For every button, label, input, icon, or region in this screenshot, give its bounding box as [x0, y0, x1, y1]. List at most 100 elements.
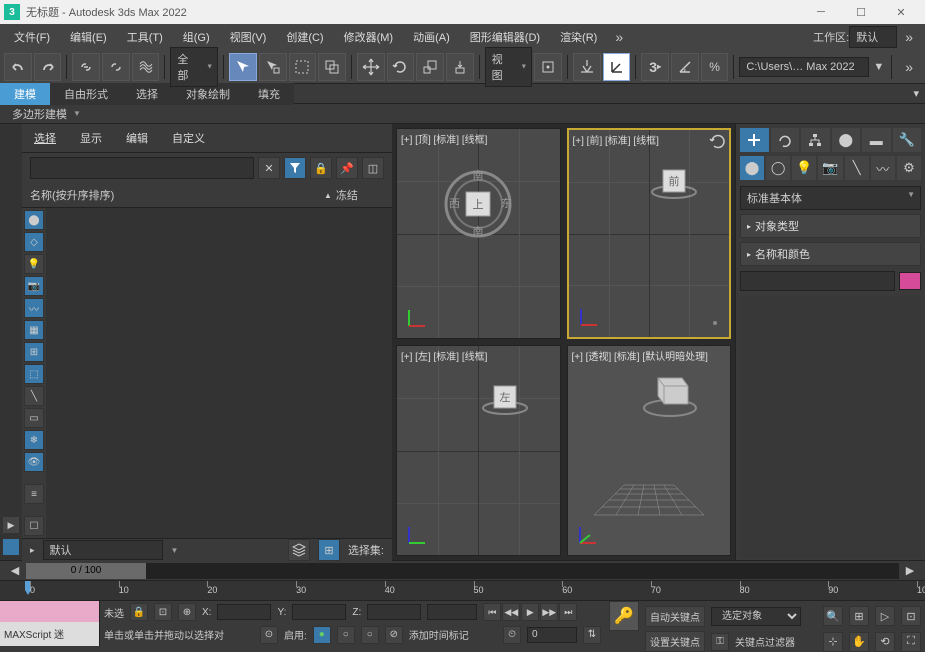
undo-button[interactable] — [4, 53, 32, 81]
nav-fov-button[interactable]: ▷ — [875, 606, 895, 626]
key-filters-icon[interactable]: ⚿ — [711, 633, 729, 651]
scene-pin-button[interactable]: 📌 — [336, 157, 358, 179]
frame-spinner-icon[interactable]: ⇅ — [583, 626, 601, 644]
setkey-button[interactable]: 设置关键点 — [645, 631, 705, 652]
scene-tab-customize[interactable]: 自定义 — [168, 128, 209, 148]
scene-column-name[interactable]: 名称(按升序排序) — [30, 187, 304, 203]
filter-hidden-icon[interactable]: 👁 — [24, 452, 44, 472]
ribbon-tab-modeling[interactable]: 建模 — [0, 83, 50, 105]
maxscript-label[interactable]: MAXScript 迷 — [0, 622, 99, 647]
filter-containers-icon[interactable]: ▭ — [24, 408, 44, 428]
status-x-input[interactable] — [217, 604, 271, 620]
workspace-dropdown[interactable]: 默认 — [849, 26, 897, 48]
object-color-swatch[interactable] — [899, 272, 921, 290]
sb-coord-button[interactable]: ⊕ — [178, 603, 196, 621]
scene-view-button[interactable]: ◫ — [362, 157, 384, 179]
ribbon-panel-expand-icon[interactable]: ▼ — [73, 109, 81, 118]
link-button[interactable] — [72, 53, 100, 81]
viewport-front-label[interactable]: [+] [前] [标准] [线框] — [573, 132, 659, 147]
scene-filter-button[interactable] — [284, 157, 306, 179]
select-region-button[interactable] — [289, 53, 317, 81]
cp-tab-utilities[interactable]: 🔧 — [893, 128, 922, 152]
cp-tab-hierarchy[interactable] — [801, 128, 830, 152]
nav-pan-button[interactable]: ⊹ — [823, 632, 843, 652]
prev-frame-button[interactable]: ◀◀ — [502, 603, 520, 621]
cp-sub-systems[interactable]: ⚙ — [897, 156, 921, 180]
filter-shapes-icon[interactable]: ◇ — [24, 232, 44, 252]
time-config-button[interactable]: ⏲ — [503, 626, 521, 644]
ribbon-tab-populate[interactable]: 填充 — [244, 83, 294, 105]
unlink-button[interactable] — [102, 53, 130, 81]
use-center-button[interactable] — [534, 53, 562, 81]
add-time-tag-icon[interactable]: ⊘ — [385, 626, 403, 644]
filter-groups-icon[interactable]: ⊞ — [24, 342, 44, 362]
scene-bottom-dropdown-icon[interactable]: ▼ — [171, 546, 179, 555]
goto-start-button[interactable]: ⏮ — [483, 603, 501, 621]
menu-views[interactable]: 视图(V) — [220, 25, 277, 49]
play-button[interactable]: ▶ — [521, 603, 539, 621]
cp-sub-shapes[interactable]: ◯ — [766, 156, 790, 180]
menu-overflow-icon[interactable]: » — [607, 29, 631, 45]
viewport-front[interactable]: [+] [前] [标准] [线框] 前 — [567, 128, 732, 339]
rotate-button[interactable] — [387, 53, 415, 81]
enable-1-button[interactable]: ● — [313, 626, 331, 644]
sb-lock-button[interactable]: 🔒 — [130, 603, 148, 621]
nav-zoom-button[interactable]: 🔍 — [823, 606, 843, 626]
status-y-input[interactable] — [292, 604, 346, 620]
menu-create[interactable]: 创建(C) — [276, 25, 333, 49]
add-time-tag-label[interactable]: 添加时间标记 — [409, 627, 469, 642]
menu-group[interactable]: 组(G) — [173, 25, 220, 49]
path-dropdown-icon[interactable]: ▼ — [871, 61, 886, 73]
filter-helpers-icon[interactable]: 〰 — [24, 298, 44, 318]
menu-edit[interactable]: 编辑(E) — [60, 25, 117, 49]
select-object-button[interactable] — [229, 53, 257, 81]
ribbon-collapse-icon[interactable]: ▾ — [907, 87, 925, 100]
scene-tab-select[interactable]: 选择 — [30, 128, 60, 148]
set-key-big-button[interactable]: 🔑 — [609, 601, 639, 631]
viewcube-front-icon[interactable]: 前 — [649, 160, 699, 200]
menu-modifiers[interactable]: 修改器(M) — [334, 25, 404, 49]
scene-search-clear-button[interactable]: ✕ — [258, 157, 280, 179]
toolbar-overflow-icon[interactable]: » — [897, 59, 921, 75]
menu-animation[interactable]: 动画(A) — [403, 25, 460, 49]
status-script-pink[interactable] — [0, 601, 99, 622]
percent-snap-button[interactable]: % — [701, 53, 729, 81]
scene-lock-button[interactable]: 🔒 — [310, 157, 332, 179]
filter-none-icon[interactable]: ☐ — [24, 516, 44, 536]
snaps-3-button[interactable]: 3▸ — [641, 53, 669, 81]
reference-coord-dropdown[interactable]: 视图 — [485, 47, 533, 87]
nav-zoomext-button[interactable]: ⊡ — [901, 606, 921, 626]
layer-manager-button[interactable]: ⊞ — [318, 539, 340, 561]
scene-column-freeze[interactable]: ▲冻结 — [324, 187, 384, 203]
scene-tab-edit[interactable]: 编辑 — [122, 128, 152, 148]
viewcube-top-icon[interactable]: 上 南 西 东 南 — [443, 169, 513, 239]
filter-bone-icon[interactable]: ╲ — [24, 386, 44, 406]
angle-snap-button[interactable] — [603, 53, 631, 81]
redo-button[interactable] — [34, 53, 62, 81]
viewport-left-label[interactable]: [+] [左] [标准] [线框] — [401, 348, 487, 363]
enable-2-button[interactable]: ○ — [337, 626, 355, 644]
timeslider-prev-icon[interactable]: ◀ — [8, 564, 22, 577]
ribbon-tab-freeform[interactable]: 自由形式 — [50, 83, 122, 105]
status-z-input[interactable] — [367, 604, 421, 620]
viewport-persp-label[interactable]: [+] [透视] [标准] [默认明暗处理] — [572, 348, 708, 363]
window-crossing-button[interactable] — [318, 53, 346, 81]
maximize-button[interactable]: ☐ — [841, 0, 881, 24]
layer-button[interactable] — [288, 539, 310, 561]
nav-walk-button[interactable]: ✋ — [849, 632, 869, 652]
viewport-top-label[interactable]: [+] [顶] [标准] [线框] — [401, 131, 487, 146]
cp-sub-spacewarps[interactable]: 〰 — [871, 156, 895, 180]
menu-rendering[interactable]: 渲染(R) — [550, 25, 607, 49]
scale-button[interactable] — [416, 53, 444, 81]
cp-rollout-objecttype[interactable]: ▸对象类型 — [740, 214, 921, 238]
project-path-input[interactable] — [739, 57, 869, 77]
select-by-name-button[interactable] — [259, 53, 287, 81]
filter-geometry-icon[interactable]: ⬤ — [24, 210, 44, 230]
filter-lights-icon[interactable]: 💡 — [24, 254, 44, 274]
nav-zoomall-button[interactable]: ⊞ — [849, 606, 869, 626]
filter-spacewarps-icon[interactable]: ▦ — [24, 320, 44, 340]
next-frame-button[interactable]: ▶▶ — [540, 603, 558, 621]
keyfilter-button[interactable]: 关键点过滤器 — [735, 634, 795, 649]
sb-toggle1-button[interactable]: ⊙ — [260, 626, 278, 644]
viewcube-home-icon[interactable] — [713, 321, 717, 325]
